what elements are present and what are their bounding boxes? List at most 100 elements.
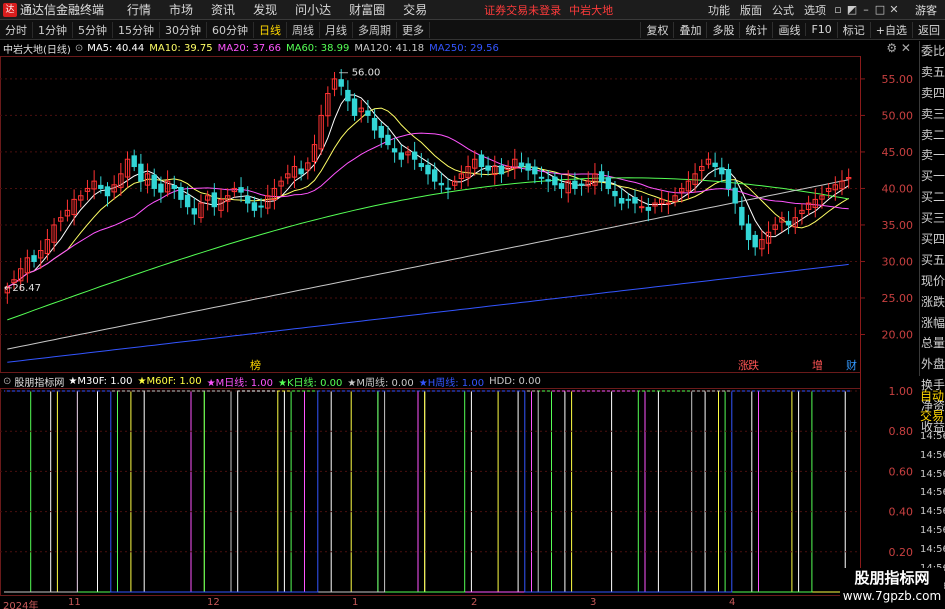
candle-body: [612, 190, 618, 197]
x-label-nov: 11: [68, 597, 81, 608]
candle-body: [298, 168, 304, 175]
time-label: 14:56: [920, 468, 945, 480]
candle-body: [485, 165, 491, 171]
event-marker[interactable]: 财: [846, 358, 857, 372]
candle-body: [104, 186, 111, 197]
candle-body: [378, 125, 384, 138]
candle-body: [598, 171, 605, 182]
candle-body: [251, 202, 258, 211]
indicator-tick-label: 1.00: [889, 385, 914, 398]
candle-body: [712, 162, 718, 168]
side-panel-item: 买一: [921, 169, 945, 184]
candle-body: [184, 194, 191, 208]
candle-body: [138, 163, 144, 182]
watermark-title: 股朋指标网: [854, 569, 930, 587]
main-pane-frame: [0, 56, 861, 373]
candle-body: [391, 148, 398, 153]
candle-body: [572, 180, 578, 189]
candle-body: [605, 177, 611, 189]
candle-body: [191, 208, 197, 215]
candle-body: [171, 185, 177, 189]
candle-body: [211, 192, 218, 208]
candle-body: [385, 134, 391, 146]
candle-body: [532, 166, 538, 175]
price-tick-label: 20.00: [882, 328, 914, 341]
candle-body: [238, 187, 244, 193]
indicator-tick-label: 0.80: [889, 425, 914, 438]
candle-body: [431, 169, 438, 182]
quote-side-panel: 委比 卖五 卖四 卖三 卖二 卖一 买一 买二 买三 买四 买五 现价 涨跌 涨幅 总量 外盘 换手 净资 收益: [919, 41, 945, 434]
x-label-jan: 1: [352, 597, 359, 608]
candle-body: [538, 176, 545, 179]
side-panel-item: 卖五: [921, 64, 945, 79]
side-panel-item: 外盘: [921, 357, 945, 372]
time-label: 14:56: [920, 524, 945, 536]
candle-body: [258, 205, 264, 208]
ma250-line: [7, 263, 849, 363]
side-panel-item: 买五: [921, 252, 945, 267]
candle-body: [578, 183, 585, 186]
event-marker[interactable]: 跌: [748, 358, 759, 372]
candle-body: [638, 206, 645, 209]
candle-body: [665, 202, 672, 205]
price-tick-label: 50.00: [882, 109, 914, 122]
side-panel-item: 买三: [921, 211, 945, 226]
candle-body: [745, 223, 752, 241]
candle-body: [151, 174, 157, 189]
ma120-line: [7, 179, 849, 350]
trade-label[interactable]: 交易: [919, 406, 945, 426]
date-axis: 2024年 11 12 1 2 3 4: [0, 597, 840, 609]
ma10-line: [7, 107, 849, 288]
candle-body: [31, 255, 37, 262]
price-tick-label: 40.00: [882, 182, 914, 195]
x-label-mar: 3: [590, 597, 597, 608]
candle-body: [498, 165, 505, 175]
watermark-url: www.7gpzb.com: [842, 589, 942, 603]
time-label: 14:56: [920, 449, 945, 461]
side-panel-item: 委比: [921, 44, 945, 58]
candle-body: [438, 182, 445, 186]
ma60-line: [7, 177, 849, 321]
candle-body: [732, 187, 738, 204]
candle-body: [418, 163, 425, 168]
event-marker[interactable]: 榜: [250, 358, 261, 372]
candle-body: [558, 183, 565, 189]
candle-body: [725, 169, 732, 189]
candle-body: [478, 154, 485, 168]
candle-body: [625, 198, 632, 201]
candle-body: [785, 220, 792, 226]
candle-body: [618, 197, 625, 204]
candle-body: [178, 186, 184, 200]
price-tick-label: 45.00: [882, 146, 914, 159]
watermark-logo: 股朋指标网 www.7gpzb.com: [840, 568, 944, 608]
event-marker[interactable]: 增: [812, 358, 823, 372]
price-tick-label: 35.00: [882, 219, 914, 232]
candle-body: [445, 187, 451, 190]
indicator-tick-label: 0.20: [889, 546, 914, 559]
ma5-line: [7, 94, 849, 288]
trade-side-panel: 自动 交易: [919, 386, 945, 426]
candle-body: [245, 195, 251, 204]
price-tick-label: 25.00: [882, 292, 914, 305]
candle-body: [425, 164, 431, 175]
candle-body: [158, 183, 164, 193]
candle-body: [345, 89, 351, 102]
high-price-label: — 56.00: [339, 68, 381, 79]
auto-label[interactable]: 自动: [919, 386, 945, 406]
side-panel-item: 总量: [921, 336, 945, 351]
indicator-tick-label: 0.60: [889, 465, 914, 478]
time-label: 14:56: [920, 431, 945, 442]
candle-body: [552, 176, 558, 186]
indicator-tick-label: 0.40: [889, 506, 914, 519]
candle-body: [98, 184, 104, 189]
candle-body: [719, 167, 725, 175]
side-panel-item: 现价: [921, 273, 945, 288]
side-panel-item: 买四: [921, 232, 945, 247]
side-panel-item: 卖三: [921, 106, 945, 121]
time-label: 14:56: [920, 487, 945, 499]
candle-body: [525, 163, 531, 171]
x-label-feb: 2: [471, 597, 478, 608]
candle-body: [398, 152, 404, 160]
side-panel-item: 卖二: [921, 127, 945, 142]
kline-chart-canvas[interactable]: 55.00 50.00 45.00 40.00 35.00 30.00 25.00 20.00…: [0, 0, 919, 609]
